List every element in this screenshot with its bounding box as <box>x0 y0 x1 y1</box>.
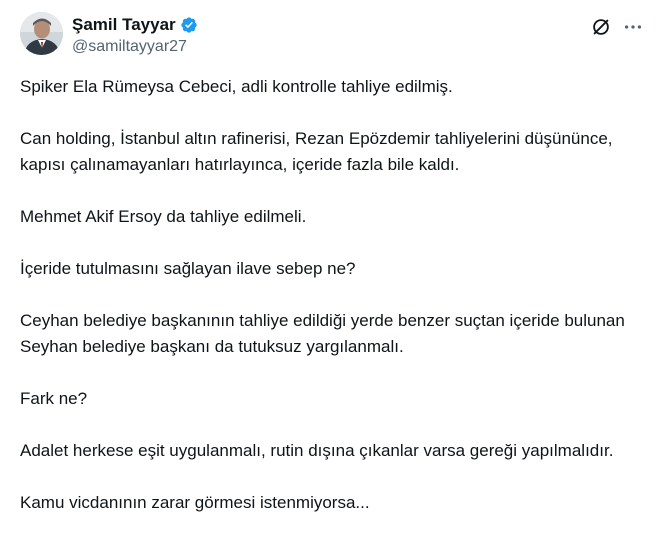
tweet-card: Şamil Tayyar @samiltayyar27 Spiker Ela R… <box>0 0 670 552</box>
author-handle[interactable]: @samiltayyar27 <box>72 36 198 58</box>
tweet-paragraph: Mehmet Akif Ersoy da tahliye edilmeli. <box>20 207 307 226</box>
author-display-name[interactable]: Şamil Tayyar <box>72 14 176 36</box>
tweet-paragraph: Kamu vicdanının zarar görmesi istenmiyor… <box>20 493 370 512</box>
grok-icon[interactable] <box>590 16 612 38</box>
tweet-paragraph: İçeride tutulmasını sağlayan ilave sebep… <box>20 259 356 278</box>
more-options-icon[interactable] <box>622 16 644 38</box>
tweet-paragraph: Ceyhan belediye başkanının tahliye edild… <box>20 311 625 356</box>
display-name-row: Şamil Tayyar <box>72 14 198 36</box>
tweet-paragraph: Can holding, İstanbul altın rafinerisi, … <box>20 129 613 174</box>
tweet-paragraph: Fark ne? <box>20 389 88 408</box>
verified-badge-icon <box>180 16 198 34</box>
author-names: Şamil Tayyar @samiltayyar27 <box>72 14 198 58</box>
avatar-image <box>20 12 63 55</box>
avatar[interactable] <box>20 12 63 55</box>
tweet-paragraph: Adalet herkese eşit uygulanmalı, rutin d… <box>20 441 614 460</box>
tweet-text: Spiker Ela Rümeysa Cebeci, adli kontroll… <box>20 74 650 542</box>
tweet-header: Şamil Tayyar @samiltayyar27 <box>20 12 654 60</box>
tweet-paragraph: Spiker Ela Rümeysa Cebeci, adli kontroll… <box>20 77 453 96</box>
tweet-actions <box>590 16 644 38</box>
